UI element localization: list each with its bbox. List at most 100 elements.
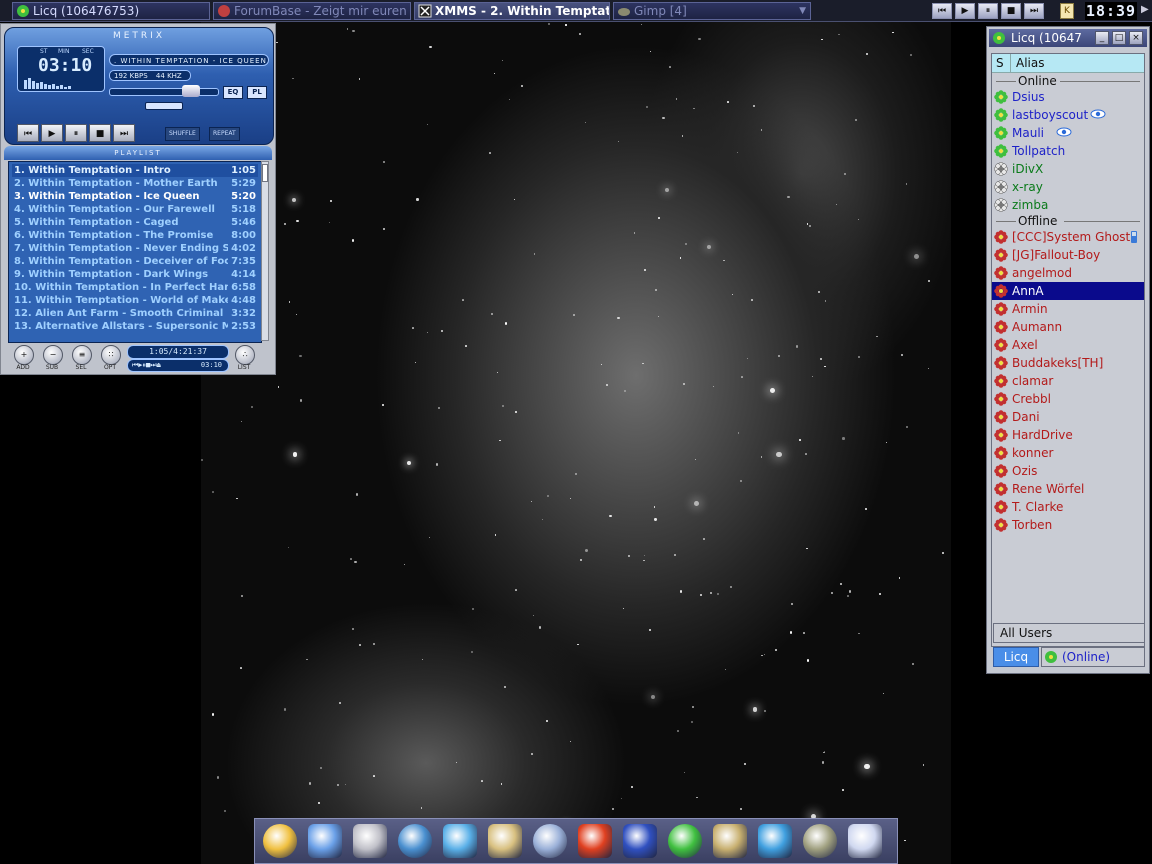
seek-bar[interactable] (145, 102, 183, 110)
eq-button[interactable]: EQ (223, 86, 243, 99)
contact-offline[interactable]: angelmod (992, 264, 1144, 282)
media-next-button[interactable]: ⏭ (1024, 3, 1044, 19)
playlist-row[interactable]: 4. Within Temptation - Our Farewell 5:18 (12, 203, 258, 216)
cd-burner-icon[interactable] (713, 824, 747, 858)
playlist-row[interactable]: 2. Within Temptation - Mother Earth 5:29 (12, 177, 258, 190)
kde-gear-icon[interactable] (263, 824, 297, 858)
minimize-button[interactable]: _ (1095, 31, 1109, 45)
media-prev-button[interactable]: ⏮ (932, 3, 952, 19)
close-button[interactable]: × (1129, 31, 1143, 45)
playlist-scroll-thumb[interactable] (262, 164, 268, 182)
xmms-time-display[interactable]: ST MIN SEC 03:10 (17, 46, 105, 92)
playlist-row[interactable]: 3. Within Temptation - Ice Queen 5:20 (12, 190, 258, 203)
contact-offline[interactable]: Buddakeks[TH] (992, 354, 1144, 372)
playlist-row[interactable]: 1. Within Temptation - Intro 1:05 (12, 164, 258, 177)
pen-editor-icon[interactable] (488, 824, 522, 858)
playlist-row[interactable]: 9. Within Temptation - Dark Wings 4:14 (12, 268, 258, 281)
column-status[interactable]: S (996, 54, 1004, 72)
contact-online[interactable]: Mauli (992, 124, 1144, 142)
playlist-opt-button[interactable]: ∷ (101, 345, 121, 365)
playlist-add-button[interactable]: + (14, 345, 34, 365)
mms-icon[interactable] (848, 824, 882, 858)
task-licq[interactable]: Licq (106476753) (12, 2, 210, 20)
contact-offline[interactable]: clamar (992, 372, 1144, 390)
contact-group-header[interactable]: Offline (992, 214, 1144, 228)
playlist-scrollbar[interactable] (261, 161, 269, 341)
task-xmms[interactable]: XMMS - 2. Within Temptation (414, 2, 610, 20)
playlist-row[interactable]: 11. Within Temptation - World of Make B.… (12, 294, 258, 307)
xmms-stop-button[interactable]: ■ (89, 124, 111, 142)
playlist-sel-button[interactable]: ≡ (72, 345, 92, 365)
calculator-icon[interactable] (533, 824, 567, 858)
contact-offline[interactable]: AnnA (992, 282, 1144, 300)
media-stop-button[interactable]: ■ (1001, 3, 1021, 19)
playlist-row[interactable]: 10. Within Temptation - In Perfect Harmo… (12, 281, 258, 294)
playlist-mini-transport[interactable]: ⏮▶⏸■⏭⏏ 03:10 (127, 359, 229, 372)
contact-offline[interactable]: Ozis (992, 462, 1144, 480)
status-selector[interactable]: (Online) (1041, 647, 1145, 667)
playlist-row[interactable]: 13. Alternative Allstars - Supersonic ME… (12, 320, 258, 333)
playlist-row[interactable]: 12. Alien Ant Farm - Smooth Criminal 3:32 (12, 307, 258, 320)
contact-offline[interactable]: [CCC]System Ghost (992, 228, 1144, 246)
konqueror-icon[interactable] (443, 824, 477, 858)
licq-titlebar[interactable]: Licq (10647 _ □ × (989, 29, 1147, 47)
image-viewer-icon[interactable] (398, 824, 432, 858)
klipper-icon[interactable]: K (1060, 3, 1074, 19)
repeat-toggle[interactable]: REPEAT (209, 127, 240, 141)
network-monitor-icon[interactable] (758, 824, 792, 858)
contact-away[interactable]: iDivX (992, 160, 1144, 178)
system-menu-button[interactable]: Licq (993, 647, 1039, 667)
xmms-play-button[interactable]: ▶ (41, 124, 63, 142)
contact-away[interactable]: zimba (992, 196, 1144, 214)
volume-knob[interactable] (182, 85, 200, 97)
contact-offline[interactable]: Axel (992, 336, 1144, 354)
column-alias[interactable]: Alias (1016, 54, 1044, 72)
media-pause-button[interactable]: ⏸ (978, 3, 998, 19)
media-play-button[interactable]: ▶ (955, 3, 975, 19)
desktop-icon[interactable] (308, 824, 342, 858)
contact-offline[interactable]: Rene Wörfel (992, 480, 1144, 498)
contact-offline[interactable]: [JG]Fallout-Boy (992, 246, 1144, 264)
shuffle-toggle[interactable]: SHUFFLE (165, 127, 200, 141)
playlist-toggle-button[interactable]: PL (247, 86, 267, 99)
contact-offline[interactable]: Armin (992, 300, 1144, 318)
contact-online[interactable]: Tollpatch (992, 142, 1144, 160)
clock[interactable]: 18:39 (1085, 2, 1137, 20)
group-selector[interactable]: All Users (993, 623, 1145, 643)
volume-slider[interactable] (109, 85, 219, 97)
contact-online[interactable]: lastboyscout (992, 106, 1144, 124)
maximize-button[interactable]: □ (1112, 31, 1126, 45)
contact-away[interactable]: x-ray (992, 178, 1144, 196)
playlist-row[interactable]: 5. Within Temptation - Caged 5:46 (12, 216, 258, 229)
icq-flower-icon[interactable] (668, 824, 702, 858)
task-dropdown-icon[interactable]: ▼ (799, 3, 806, 19)
contact-offline[interactable]: Aumann (992, 318, 1144, 336)
contact-offline[interactable]: HardDrive (992, 426, 1144, 444)
pen-editor-icon-glyph (488, 824, 522, 858)
playlist-list-button[interactable]: ∴ (235, 345, 255, 365)
contact-offline[interactable]: Crebbl (992, 390, 1144, 408)
task-gimp[interactable]: Gimp [4] ▼ (613, 2, 811, 20)
gimp-icon[interactable] (803, 824, 837, 858)
firewall-icon[interactable] (578, 824, 612, 858)
xmms-next-button[interactable]: ⏭ (113, 124, 135, 142)
contact-offline[interactable]: T. Clarke (992, 498, 1144, 516)
contact-offline[interactable]: konner (992, 444, 1144, 462)
contact-offline[interactable]: Torben (992, 516, 1144, 534)
contact-offline[interactable]: Dani (992, 408, 1144, 426)
playlist-row[interactable]: 8. Within Temptation - Deceiver of Fools… (12, 255, 258, 268)
playlist-sub-button[interactable]: − (43, 345, 63, 365)
task-forumbase[interactable]: ForumBase - Zeigt mir euren D (213, 2, 411, 20)
xmms-prev-button[interactable]: ⏮ (17, 124, 39, 142)
playlist-row[interactable]: 6. Within Temptation - The Promise 8:00 (12, 229, 258, 242)
penguin-icon[interactable] (623, 824, 657, 858)
playlist-row[interactable]: 7. Within Temptation - Never Ending Stor… (12, 242, 258, 255)
contact-name: Mauli (1012, 126, 1044, 140)
contact-group-header[interactable]: Online (992, 74, 1144, 88)
xmms-pause-button[interactable]: ⏸ (65, 124, 87, 142)
taskbar-scroll-right-icon[interactable]: ▶ (1141, 4, 1149, 15)
contact-online[interactable]: Dsius (992, 88, 1144, 106)
wrench-icon[interactable] (353, 824, 387, 858)
xmms-song-ticker[interactable]: . WITHIN TEMPTATION - ICE QUEEN (109, 54, 269, 66)
xmms-skin-title[interactable]: METRIX (5, 31, 273, 41)
